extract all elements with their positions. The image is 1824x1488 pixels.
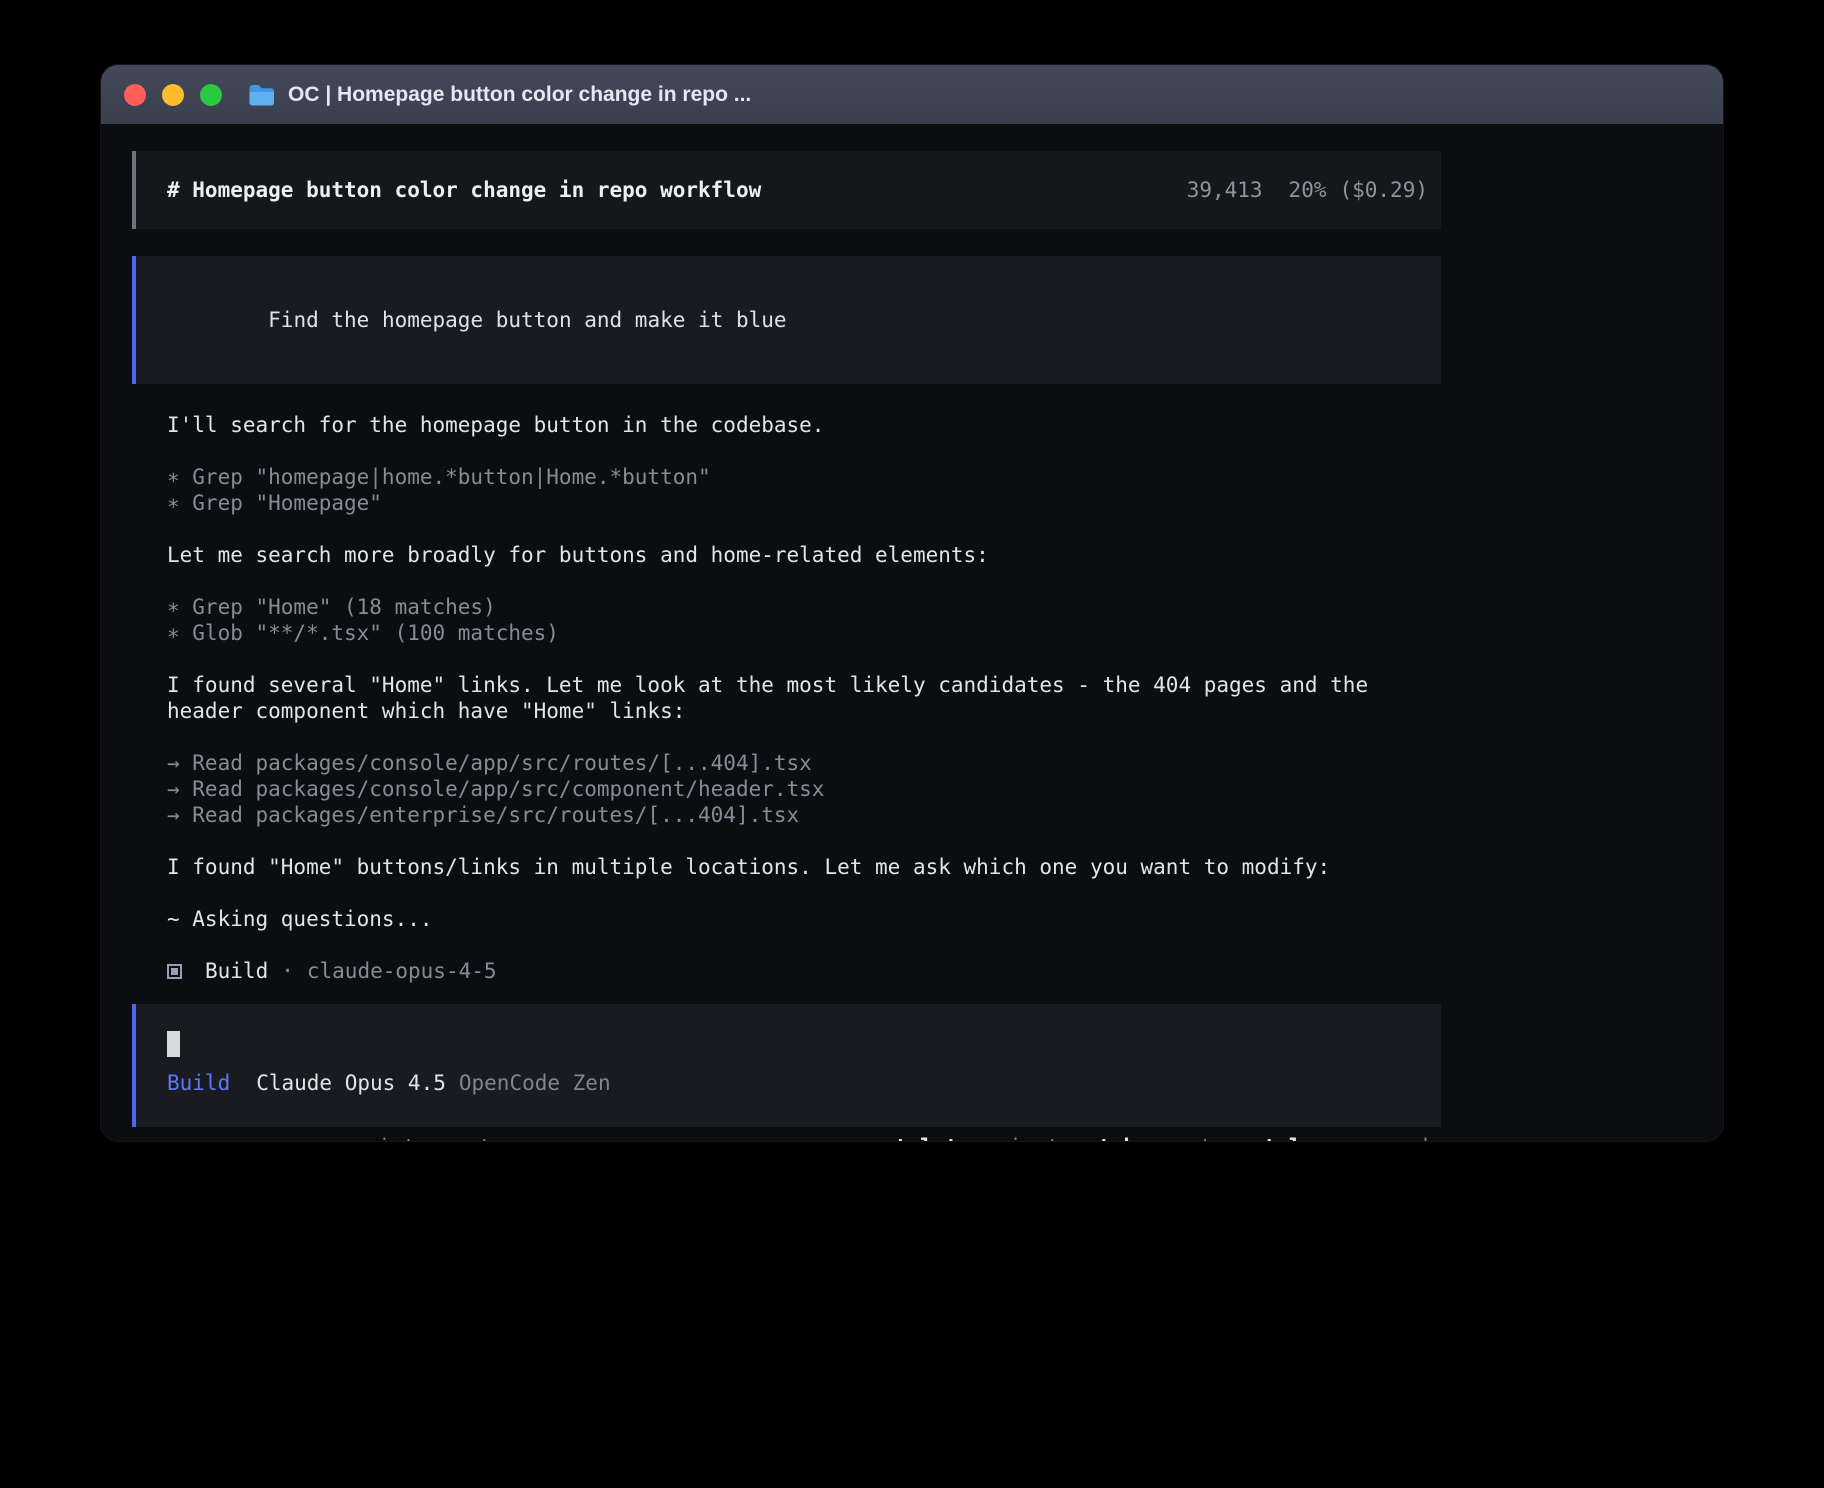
tool-call-line: ∗ Grep "Home" (18 matches) bbox=[167, 594, 1441, 620]
tool-call-line: → Read packages/console/app/src/componen… bbox=[167, 776, 1441, 802]
model-name[interactable]: Claude Opus 4.5 bbox=[256, 1070, 446, 1096]
assistant-transcript: I'll search for the homepage button in t… bbox=[167, 412, 1441, 958]
shortcut-agents: tab agents bbox=[1098, 1134, 1225, 1142]
close-button[interactable] bbox=[124, 84, 146, 106]
traffic-lights bbox=[124, 84, 222, 106]
agent-badge-icon bbox=[167, 964, 182, 979]
assistant-text-line: I found "Home" buttons/links in multiple… bbox=[167, 854, 1441, 880]
terminal-body: # Homepage button color change in repo w… bbox=[101, 124, 1723, 1142]
assistant-text-line: I found several "Home" links. Let me loo… bbox=[167, 672, 1441, 698]
window-title: OC | Homepage button color change in rep… bbox=[288, 83, 751, 107]
session-stats: 39,413 20% ($0.29) bbox=[1187, 177, 1428, 203]
assistant-text-line: I'll search for the homepage button in t… bbox=[167, 412, 1441, 438]
prompt-input[interactable]: Build Claude Opus 4.5 OpenCode Zen bbox=[132, 1004, 1441, 1127]
context-percent: 20% bbox=[1289, 177, 1327, 203]
tool-call-line: → Read packages/enterprise/src/routes/[.… bbox=[167, 802, 1441, 828]
assistant-text-line: Let me search more broadly for buttons a… bbox=[167, 542, 1441, 568]
tool-call-line: ∗ Grep "homepage|home.*button|Home.*butt… bbox=[167, 464, 1441, 490]
shortcut-label: variants bbox=[971, 1134, 1072, 1142]
shortcut-key: ctrl+p bbox=[1251, 1134, 1327, 1142]
shortcut-key: ctrl+t bbox=[882, 1134, 958, 1142]
terminal-window: OC | Homepage button color change in rep… bbox=[100, 64, 1724, 1142]
spinner-dots: ········ bbox=[141, 1134, 301, 1142]
token-count: 39,413 bbox=[1187, 177, 1263, 203]
folder-icon bbox=[248, 83, 275, 106]
session-header: # Homepage button color change in repo w… bbox=[132, 151, 1441, 229]
status-bar: ········ esc interrupt ctrl+t variants t… bbox=[141, 1134, 1441, 1142]
tool-call-line: ∗ Glob "**/*.tsx" (100 matches) bbox=[167, 620, 1441, 646]
zoom-button[interactable] bbox=[200, 84, 222, 106]
session-title: # Homepage button color change in repo w… bbox=[167, 177, 761, 203]
status-activity-line: ~ Asking questions... bbox=[167, 906, 1441, 932]
agent-name: Build bbox=[205, 958, 268, 984]
agent-model: claude-opus-4-5 bbox=[307, 958, 497, 984]
model-row: Build Claude Opus 4.5 OpenCode Zen bbox=[167, 1070, 1410, 1096]
text-cursor bbox=[167, 1031, 180, 1057]
model-provider: OpenCode Zen bbox=[459, 1070, 611, 1096]
shortcut-label: commands bbox=[1340, 1134, 1441, 1142]
shortcut-label: agents bbox=[1149, 1134, 1225, 1142]
mode-label[interactable]: Build bbox=[167, 1070, 230, 1096]
esc-key-hint: esc bbox=[327, 1134, 365, 1142]
tool-call-line: → Read packages/console/app/src/routes/[… bbox=[167, 750, 1441, 776]
agent-separator: · bbox=[281, 958, 294, 984]
user-message: Find the homepage button and make it blu… bbox=[132, 256, 1441, 384]
agent-status-line: Build · claude-opus-4-5 bbox=[167, 958, 1441, 984]
tool-call-line: ∗ Grep "Homepage" bbox=[167, 490, 1441, 516]
shortcut-key: tab bbox=[1098, 1134, 1136, 1142]
assistant-text-line: header component which have "Home" links… bbox=[167, 698, 1441, 724]
user-message-text: Find the homepage button and make it blu… bbox=[268, 308, 786, 332]
shortcut-variants: ctrl+t variants bbox=[882, 1134, 1072, 1142]
minimize-button[interactable] bbox=[162, 84, 184, 106]
window-titlebar: OC | Homepage button color change in rep… bbox=[101, 65, 1723, 124]
session-cost: ($0.29) bbox=[1339, 177, 1428, 203]
interrupt-label: interrupt bbox=[378, 1134, 492, 1142]
shortcut-commands: ctrl+p commands bbox=[1251, 1134, 1441, 1142]
